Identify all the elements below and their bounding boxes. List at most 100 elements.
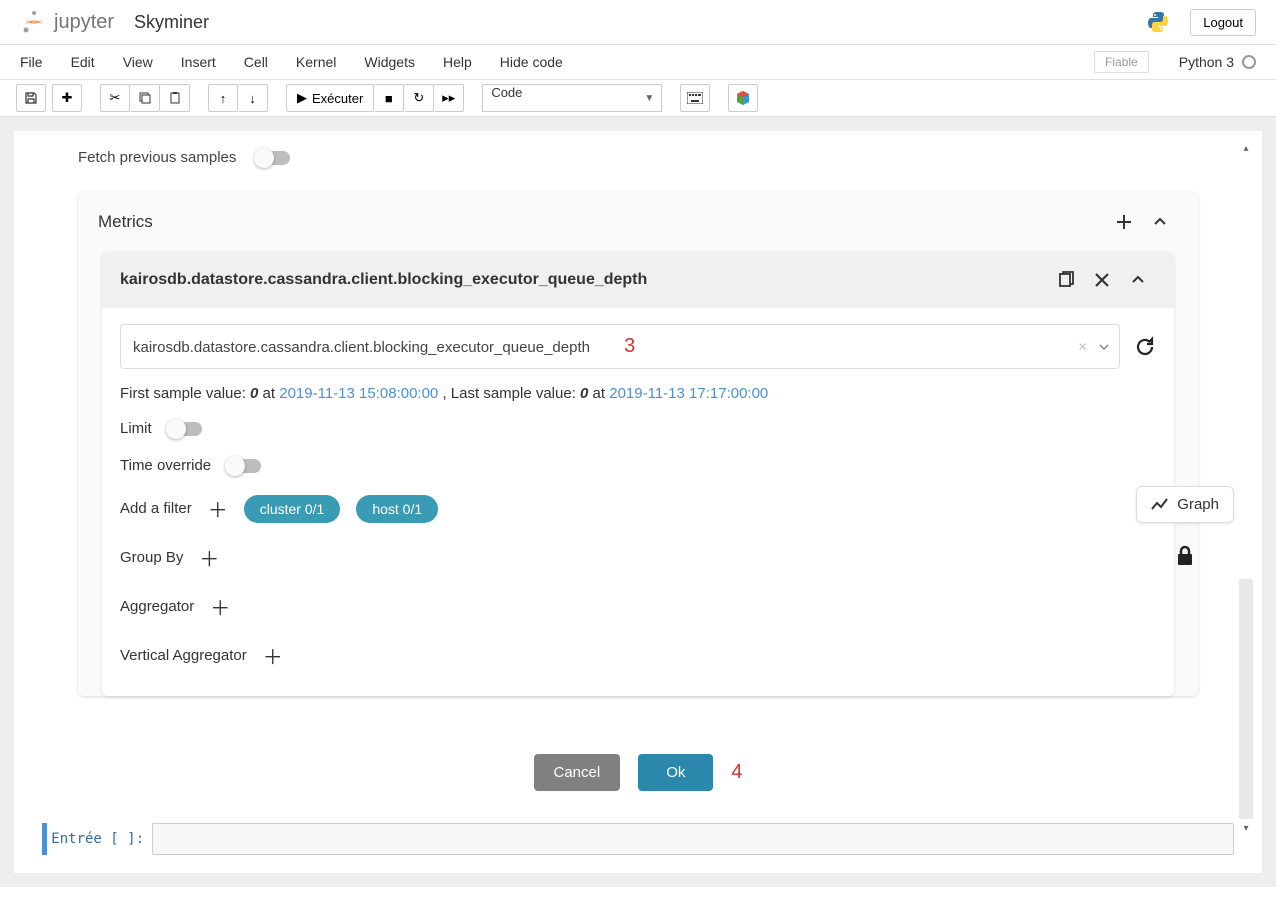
trust-label[interactable]: Fiable <box>1094 51 1149 73</box>
at-label-2: at <box>588 385 609 402</box>
run-label: Exécuter <box>312 91 363 106</box>
graph-icon <box>1151 498 1169 512</box>
run-all-button[interactable]: ▸▸ <box>434 84 464 112</box>
menu-kernel[interactable]: Kernel <box>296 54 336 70</box>
paste-button[interactable] <box>160 84 190 112</box>
header: jupyter Skyminer Logout <box>0 0 1276 45</box>
time-override-toggle[interactable] <box>227 459 261 473</box>
collapse-metric-button[interactable] <box>1120 262 1156 298</box>
menu-widgets[interactable]: Widgets <box>364 54 415 70</box>
save-button[interactable] <box>16 84 46 112</box>
menu-help[interactable]: Help <box>443 54 472 70</box>
metric-select[interactable]: kairosdb.datastore.cassandra.client.bloc… <box>120 324 1120 369</box>
menu-file[interactable]: File <box>20 54 43 70</box>
at-label-1: at <box>258 385 279 402</box>
scroll-up-arrow[interactable]: ▴ <box>1239 141 1253 155</box>
notebook-title[interactable]: Skyminer <box>134 12 209 33</box>
restart-button[interactable]: ↻ <box>404 84 434 112</box>
cut-button[interactable]: ✂ <box>100 84 130 112</box>
vertical-aggregator-row: Vertical Aggregator ＋ <box>120 631 1156 680</box>
add-metric-button[interactable] <box>1106 204 1142 240</box>
ok-button[interactable]: Ok <box>638 754 713 791</box>
cell-selector-bar <box>42 823 47 855</box>
lock-icon[interactable] <box>1175 545 1195 567</box>
last-sample-time[interactable]: 2019-11-13 17:17:00:00 <box>609 385 768 402</box>
kernel-idle-icon <box>1242 55 1256 69</box>
metric-body: kairosdb.datastore.cassandra.client.bloc… <box>102 308 1174 696</box>
delete-metric-button[interactable] <box>1084 262 1120 298</box>
plus-icon: ✚ <box>62 90 73 106</box>
run-button[interactable]: ▶ Exécuter <box>286 84 374 112</box>
metric-select-value: kairosdb.datastore.cassandra.client.bloc… <box>133 339 590 356</box>
filter-chip-host[interactable]: host 0/1 <box>356 495 438 523</box>
save-icon <box>24 91 38 105</box>
graph-button[interactable]: Graph <box>1136 486 1234 523</box>
vertical-scrollbar[interactable]: ▴ ▾ <box>1239 141 1253 863</box>
restart-icon: ↻ <box>413 90 424 106</box>
add-group-by-button[interactable]: ＋ <box>199 543 219 572</box>
chevron-down-icon <box>1099 344 1109 350</box>
graph-label: Graph <box>1177 496 1219 513</box>
copy-metric-button[interactable] <box>1048 262 1084 298</box>
cut-icon: ✂ <box>110 90 121 106</box>
menu-view[interactable]: View <box>123 54 153 70</box>
add-filter-label: Add a filter <box>120 500 192 517</box>
add-vertical-aggregator-button[interactable]: ＋ <box>263 641 283 670</box>
clear-select-button[interactable]: × <box>1078 338 1087 355</box>
copy-icon <box>1056 270 1076 290</box>
metric-item-header: kairosdb.datastore.cassandra.client.bloc… <box>102 252 1174 308</box>
filter-chip-cluster[interactable]: cluster 0/1 <box>244 495 341 523</box>
menu-cell[interactable]: Cell <box>244 54 268 70</box>
aggregator-label: Aggregator <box>120 598 194 615</box>
stop-icon: ■ <box>385 91 393 106</box>
run-icon: ▶ <box>297 90 307 106</box>
stop-button[interactable]: ■ <box>374 84 404 112</box>
code-input[interactable] <box>152 823 1234 855</box>
cancel-button[interactable]: Cancel <box>534 754 621 791</box>
add-aggregator-button[interactable]: ＋ <box>210 592 230 621</box>
scroll-down-arrow[interactable]: ▾ <box>1239 821 1253 835</box>
dialog-buttons: Cancel Ok 4 <box>14 754 1262 791</box>
limit-toggle[interactable] <box>168 422 202 436</box>
move-up-button[interactable]: ↑ <box>208 84 238 112</box>
cell-output: Fetch previous samples Metrics kairosdb.… <box>14 131 1262 873</box>
widget-panel: Fetch previous samples Metrics kairosdb.… <box>28 137 1248 696</box>
logout-button[interactable]: Logout <box>1190 9 1256 36</box>
chevron-up-icon <box>1130 272 1146 288</box>
time-override-label: Time override <box>120 457 211 474</box>
arrow-up-icon: ↑ <box>220 91 227 106</box>
group-by-label: Group By <box>120 549 183 566</box>
extension-button[interactable] <box>728 84 758 112</box>
fetch-previous-toggle[interactable] <box>256 151 290 165</box>
move-down-button[interactable]: ↓ <box>238 84 268 112</box>
menu-insert[interactable]: Insert <box>181 54 216 70</box>
metrics-card: Metrics kairosdb.datastore.cassandra.cli… <box>78 192 1198 696</box>
kernel-status: Python 3 <box>1179 54 1256 70</box>
kernel-name: Python 3 <box>1179 54 1234 70</box>
keyboard-icon <box>687 92 703 104</box>
notebook-area: Fetch previous samples Metrics kairosdb.… <box>0 117 1276 887</box>
scroll-track[interactable] <box>1239 579 1253 819</box>
side-panel: Graph <box>1136 486 1234 567</box>
first-sample-time[interactable]: 2019-11-13 15:08:00:00 <box>279 385 438 402</box>
fast-forward-icon: ▸▸ <box>442 90 455 106</box>
add-filter-row: Add a filter ＋ cluster 0/1 host 0/1 <box>120 484 1156 533</box>
sample-separator: , <box>438 385 451 402</box>
command-palette-button[interactable] <box>680 84 710 112</box>
add-cell-button[interactable]: ✚ <box>52 84 82 112</box>
menu-hide-code[interactable]: Hide code <box>500 54 563 70</box>
chevron-up-icon <box>1152 214 1168 230</box>
collapse-metrics-button[interactable] <box>1142 204 1178 240</box>
copy-button[interactable] <box>130 84 160 112</box>
arrow-down-icon: ↓ <box>249 91 256 106</box>
refresh-button[interactable] <box>1134 336 1156 358</box>
input-cell[interactable]: Entrée [ ]: <box>42 823 1234 855</box>
cell-type-select[interactable]: Code ▼ <box>482 84 662 112</box>
metric-select-row: kairosdb.datastore.cassandra.client.bloc… <box>120 324 1156 369</box>
menu-edit[interactable]: Edit <box>71 54 95 70</box>
metric-name: kairosdb.datastore.cassandra.client.bloc… <box>120 271 1048 289</box>
add-filter-button[interactable]: ＋ <box>208 494 228 523</box>
jupyter-logo[interactable]: jupyter <box>20 8 114 36</box>
metric-item: kairosdb.datastore.cassandra.client.bloc… <box>102 252 1174 696</box>
sample-info: First sample value: 0 at 2019-11-13 15:0… <box>120 369 1156 410</box>
